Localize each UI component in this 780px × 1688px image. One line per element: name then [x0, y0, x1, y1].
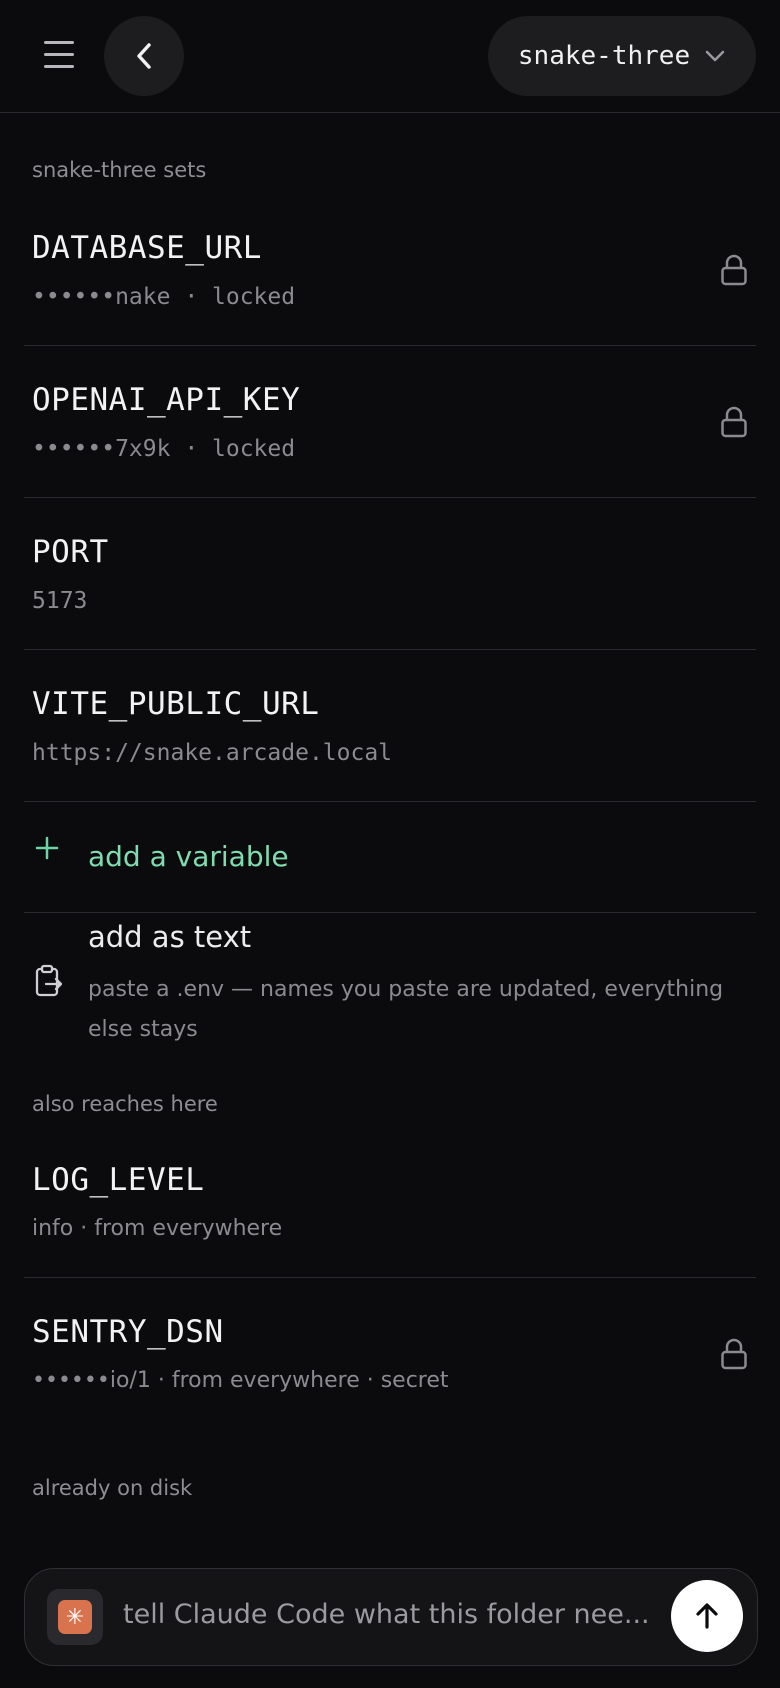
variable-detail: ••••••io/1 · from everywhere · secret	[32, 1368, 449, 1393]
variable-row-log-level[interactable]: LOG_LEVEL info · from everywhere	[24, 1126, 756, 1278]
plus-icon	[34, 830, 60, 870]
variable-name: LOG_LEVEL	[32, 1162, 205, 1198]
section-label-disk: already on disk	[32, 1476, 193, 1500]
variable-detail: ••••••7x9k · locked	[32, 436, 296, 462]
variable-name: SENTRY_DSN	[32, 1314, 224, 1350]
add-as-text-title: add as text	[88, 920, 252, 954]
menu-icon[interactable]	[38, 36, 82, 76]
variable-row-database-url[interactable]: DATABASE_URL ••••••nake · locked	[24, 194, 756, 346]
chevron-down-icon	[705, 50, 725, 62]
variable-row-port[interactable]: PORT 5173	[24, 498, 756, 650]
back-button[interactable]	[104, 16, 184, 96]
variable-row-vite-public-url[interactable]: VITE_PUBLIC_URL https://snake.arcade.loc…	[24, 650, 756, 802]
lock-icon	[721, 406, 747, 437]
arrow-up-icon	[696, 1603, 718, 1629]
add-as-text-button[interactable]: add as text paste a .env — names you pas…	[24, 914, 756, 1044]
variable-detail: ••••••nake · locked	[32, 284, 296, 310]
section-label-reaches: also reaches here	[32, 1092, 218, 1116]
variable-row-openai-api-key[interactable]: OPENAI_API_KEY ••••••7x9k · locked	[24, 346, 756, 498]
lock-icon	[721, 254, 747, 285]
variable-name: PORT	[32, 534, 109, 570]
project-selector[interactable]: snake-three	[488, 16, 756, 96]
variable-detail: info · from everywhere	[32, 1216, 283, 1241]
add-as-text-description: paste a .env — names you paste are updat…	[88, 977, 724, 1042]
project-name: snake-three	[517, 41, 691, 71]
variable-detail: https://snake.arcade.local	[32, 740, 393, 766]
send-button[interactable]	[671, 1580, 743, 1652]
add-variable-button[interactable]: add a variable	[24, 802, 756, 913]
variable-name: VITE_PUBLIC_URL	[32, 686, 320, 722]
chevron-left-icon	[137, 43, 151, 69]
claude-logo-icon: ✳	[47, 1589, 103, 1645]
composer-input[interactable]: tell Claude Code what this folder nee...	[123, 1599, 650, 1630]
top-bar: snake-three	[0, 0, 780, 113]
variable-row-sentry-dsn[interactable]: SENTRY_DSN ••••••io/1 · from everywhere …	[24, 1278, 756, 1429]
variable-detail: 5173	[32, 588, 88, 614]
add-variable-label: add a variable	[88, 840, 289, 873]
clipboard-paste-icon	[35, 964, 63, 997]
variable-name: DATABASE_URL	[32, 230, 262, 266]
section-label-sets: snake-three sets	[32, 158, 207, 182]
lock-icon	[721, 1338, 747, 1369]
composer[interactable]: ✳ tell Claude Code what this folder nee.…	[24, 1568, 758, 1666]
variable-name: OPENAI_API_KEY	[32, 382, 301, 418]
